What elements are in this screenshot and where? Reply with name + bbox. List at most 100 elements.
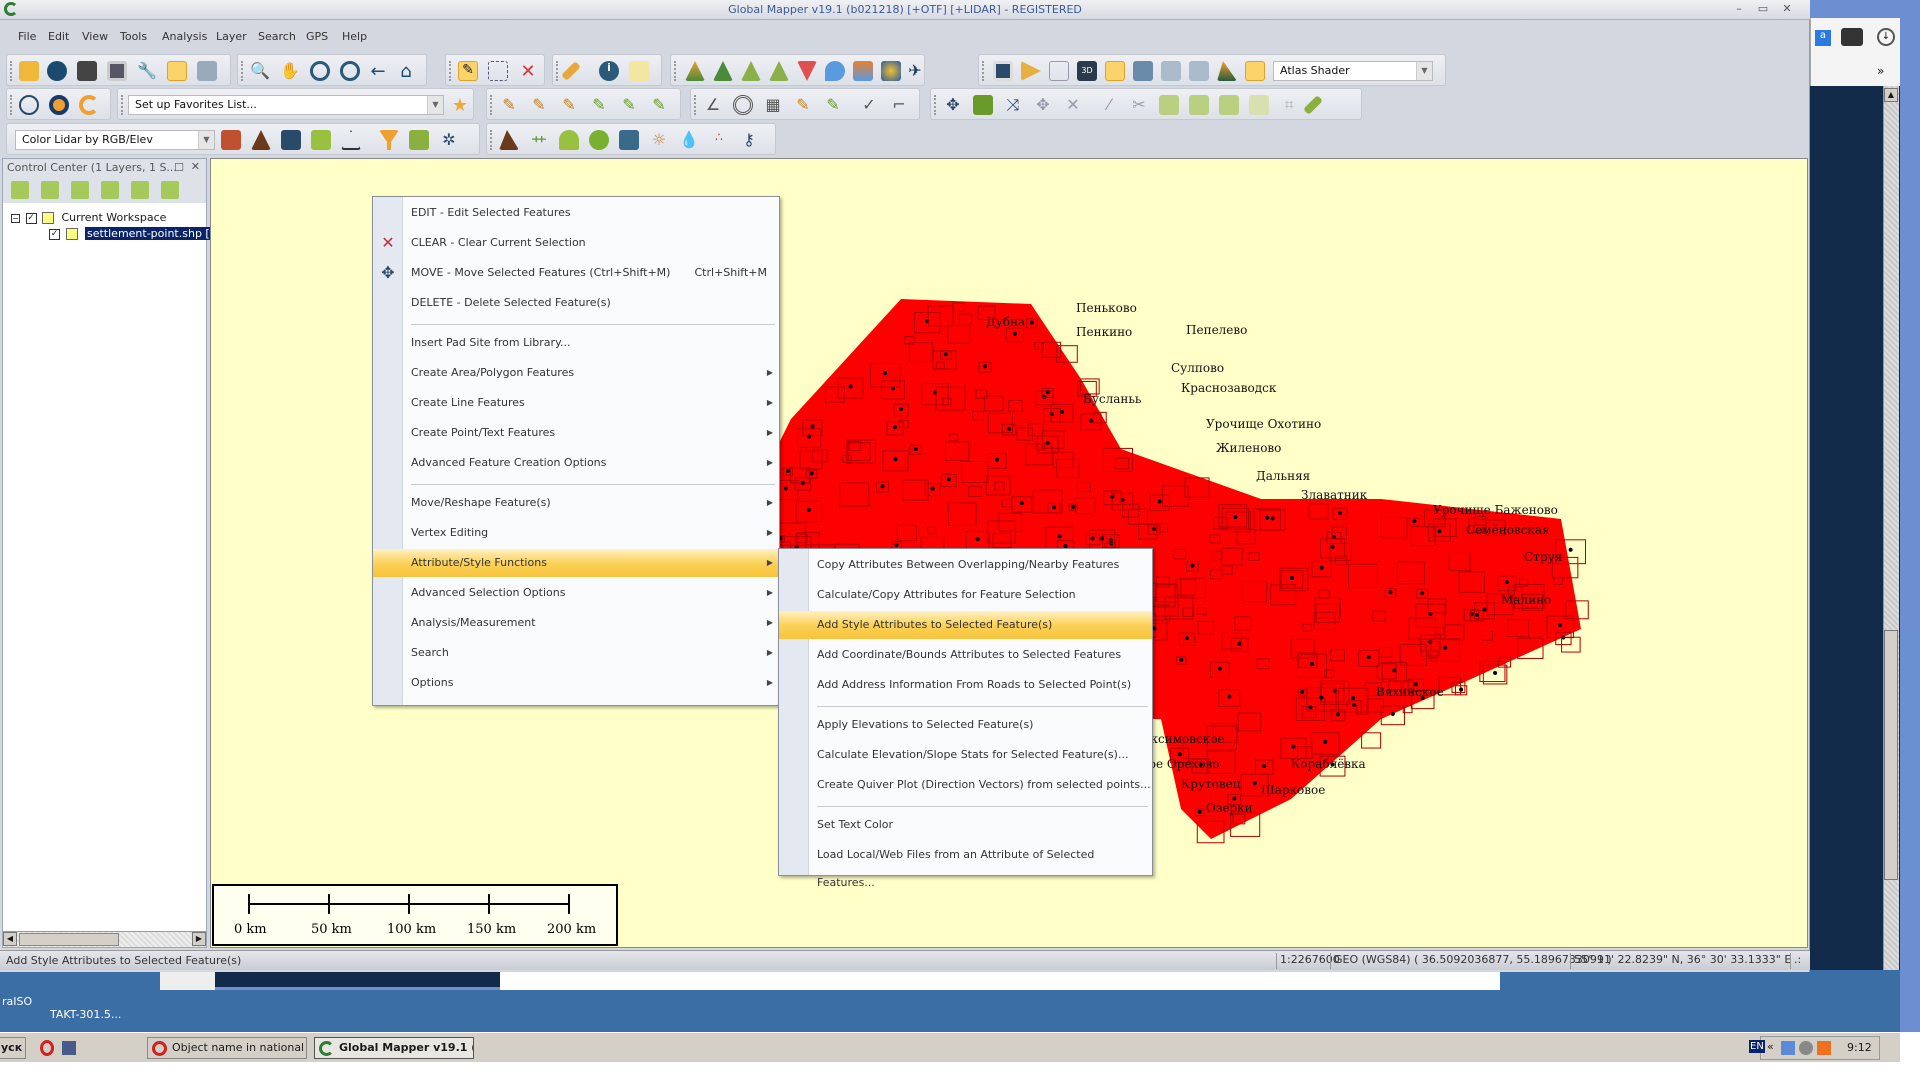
menu-gps[interactable]: GPS <box>306 30 328 43</box>
key-icon[interactable]: ⚷ <box>739 130 759 150</box>
scrollbar-thumb[interactable] <box>19 933 119 946</box>
water-level-1-icon[interactable] <box>1133 61 1153 81</box>
grid-globe-icon[interactable] <box>19 95 39 115</box>
close-panel-icon[interactable]: ✕ <box>191 160 200 173</box>
wrench-icon[interactable]: 🔧 <box>137 61 157 81</box>
menu-item-add-coordinate-bounds-attributes-to-sele[interactable]: Add Coordinate/Bounds Attributes to Sele… <box>779 641 1152 669</box>
duplicate-icon[interactable] <box>1249 95 1269 115</box>
airplane-icon[interactable]: ✈ <box>905 61 925 81</box>
save-icon[interactable] <box>77 61 97 81</box>
config-gear-icon[interactable] <box>49 95 69 115</box>
menu-layer[interactable]: Layer <box>216 30 247 43</box>
minimize-button[interactable]: – <box>1730 2 1748 16</box>
powerline-icon[interactable]: ☼ <box>649 130 669 150</box>
layer-zoom-icon[interactable] <box>131 181 149 199</box>
layer-bounds-icon[interactable] <box>101 181 119 199</box>
chevron-down-icon[interactable]: ▼ <box>1416 62 1432 80</box>
menu-item-clear-clear-current-selection[interactable]: ✕ CLEAR - Clear Current Selection <box>373 229 779 257</box>
terrain-1-icon[interactable] <box>685 61 705 81</box>
overlay-icon[interactable] <box>1105 61 1125 81</box>
terrain-class-icon[interactable] <box>499 130 519 150</box>
toolbar-grip[interactable] <box>934 95 936 115</box>
menu-item-delete-delete-selected-feature-s[interactable]: DELETE - Delete Selected Feature(s) <box>373 289 779 317</box>
menu-item-edit-edit-selected-features[interactable]: EDIT - Edit Selected Features <box>373 199 779 227</box>
float-panel-icon[interactable]: ☐ <box>174 161 184 174</box>
path-profile-icon[interactable] <box>993 61 1013 81</box>
star-icon[interactable]: ★ <box>450 95 470 116</box>
network-icon[interactable] <box>1781 1041 1795 1055</box>
chevron-down-icon[interactable]: ▼ <box>198 131 214 149</box>
cut-icon[interactable]: ✂ <box>1129 95 1149 115</box>
3d-fly-icon[interactable] <box>1021 61 1041 81</box>
title-bar[interactable]: Global Mapper v19.1 (b021218) [+OTF] [+L… <box>0 0 1810 20</box>
layer-list-icon[interactable] <box>41 181 59 199</box>
moon-logo-icon[interactable] <box>79 95 99 115</box>
rotate-icon[interactable] <box>973 95 993 115</box>
clear-selection-icon[interactable]: ✕ <box>518 61 538 82</box>
info-icon[interactable]: i <box>599 61 619 81</box>
shader-icon[interactable] <box>1245 61 1265 81</box>
menu-item-calculate-copy-attributes-for-feature-se[interactable]: Calculate/Copy Attributes for Feature Se… <box>779 581 1152 609</box>
menu-item-attribute-style-functions[interactable]: Attribute/Style Functions ▶ <box>373 549 779 577</box>
language-indicator[interactable]: EN <box>1749 1040 1765 1053</box>
measure-icon[interactable] <box>561 61 581 81</box>
start-button[interactable]: уск <box>0 1037 26 1059</box>
translate-icon[interactable]: a <box>1815 30 1831 46</box>
draw-points-icon[interactable]: ✎ <box>499 95 519 115</box>
download-icon[interactable]: ↓ <box>1877 28 1895 46</box>
water-level-3-icon[interactable] <box>1189 61 1209 81</box>
pan-hand-icon[interactable]: ✋ <box>280 61 300 81</box>
viewshed-icon[interactable] <box>797 61 817 81</box>
menu-help[interactable]: Help <box>342 30 367 43</box>
ground-icon[interactable] <box>251 130 271 150</box>
menu-item-copy-attributes-between-overlapping-near[interactable]: Copy Attributes Between Overlapping/Near… <box>779 551 1152 579</box>
close-button[interactable]: ✕ <box>1778 2 1796 16</box>
scroll-left-button[interactable]: ◀ <box>3 932 17 946</box>
tree-item-workspace[interactable]: − ✓ Current Workspace <box>11 211 166 227</box>
menu-analysis[interactable]: Analysis <box>162 30 207 43</box>
filter-icon[interactable] <box>379 130 399 150</box>
contour-icon[interactable] <box>853 61 873 81</box>
building-icon[interactable] <box>281 130 301 150</box>
menu-item-options[interactable]: Options ▶ <box>373 669 779 697</box>
panel-horizontal-scrollbar[interactable]: ◀ ▶ <box>3 931 206 947</box>
raster-icon[interactable] <box>881 61 901 81</box>
toolbar-grip[interactable] <box>241 61 243 81</box>
extension-icon[interactable] <box>1841 28 1863 46</box>
menu-item-analysis-measurement[interactable]: Analysis/Measurement ▶ <box>373 609 779 637</box>
menu-file[interactable]: File <box>18 30 36 43</box>
draw-circle-icon[interactable]: ✎ <box>649 95 669 115</box>
terrain-4-icon[interactable] <box>769 61 789 81</box>
toolbar-grip[interactable] <box>556 61 558 81</box>
combine-icon[interactable] <box>1159 95 1179 115</box>
cluster-icon[interactable]: ✲ <box>439 130 459 150</box>
menu-item-advanced-feature-creation-options[interactable]: Advanced Feature Creation Options ▶ <box>373 449 779 477</box>
shader-select[interactable]: Atlas Shader ▼ <box>1273 61 1433 81</box>
overview-icon[interactable] <box>197 61 217 81</box>
menu-item-insert-pad-site-from-library[interactable]: Insert Pad Site from Library... <box>373 329 779 357</box>
layout-icon[interactable] <box>107 61 127 81</box>
area-pencil-icon[interactable]: ✎ <box>823 95 843 115</box>
collapse-icon[interactable]: − <box>11 213 20 223</box>
volume-icon[interactable] <box>1799 1041 1813 1055</box>
draw-area-icon[interactable]: ✎ <box>589 95 609 115</box>
toolbar-grip[interactable] <box>674 61 676 81</box>
building-class-icon[interactable] <box>619 130 639 150</box>
open-folder-icon[interactable] <box>19 61 39 81</box>
clock[interactable]: 9:12 <box>1847 1041 1872 1054</box>
taskbar-button-browser[interactable]: Object name in national l... <box>147 1037 307 1059</box>
grass-icon[interactable]: ⺾ <box>529 130 549 153</box>
menu-item-move-reshape-feature-s[interactable]: Move/Reshape Feature(s) ▶ <box>373 489 779 517</box>
desktop-file-label[interactable]: TAKT-301.5... <box>50 1008 121 1021</box>
toolbar-grip[interactable] <box>121 95 123 115</box>
zoom-in-icon[interactable] <box>310 61 330 81</box>
angle-icon[interactable]: ∠ <box>703 95 723 115</box>
browser-scrollbar-thumb[interactable] <box>1884 630 1898 880</box>
watershed-icon[interactable] <box>825 61 845 81</box>
menu-tools[interactable]: Tools <box>120 30 147 43</box>
split-icon[interactable] <box>1049 61 1069 81</box>
select-box-icon[interactable] <box>488 61 508 81</box>
menu-edit[interactable]: Edit <box>48 30 69 43</box>
toolbar-grip[interactable] <box>10 95 12 115</box>
crop-icon[interactable]: ⌗ <box>1279 95 1299 115</box>
